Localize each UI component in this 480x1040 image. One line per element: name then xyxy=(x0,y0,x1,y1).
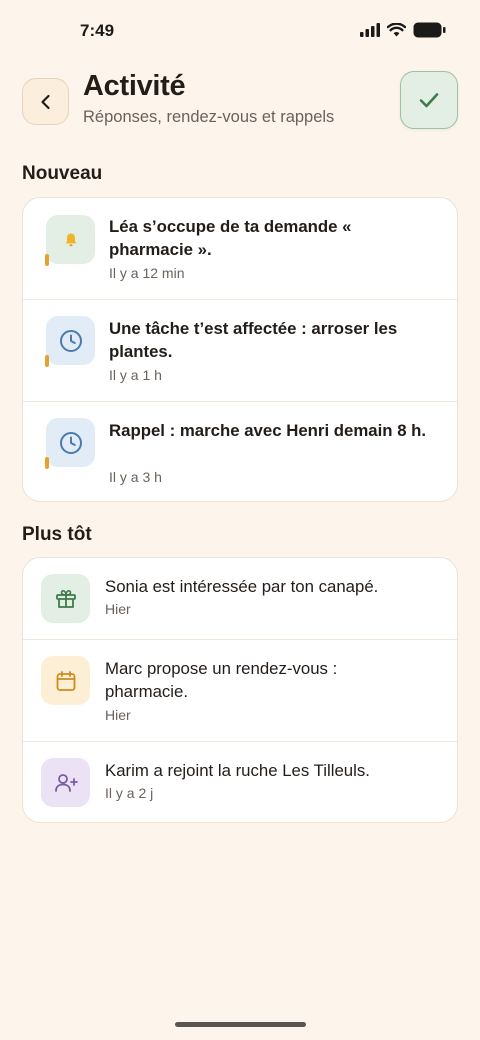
icon-container xyxy=(41,574,90,623)
icon-container xyxy=(46,418,95,467)
icon-container xyxy=(46,316,95,365)
activity-time: Il y a 3 h xyxy=(109,469,162,485)
wifi-icon xyxy=(387,23,406,37)
check-icon xyxy=(419,93,439,108)
activity-text: Sonia est intéressée par ton canapé. xyxy=(105,577,379,596)
activity-time: Il y a 2 j xyxy=(105,785,154,801)
battery-icon xyxy=(413,22,446,38)
back-button[interactable] xyxy=(22,78,69,125)
list-item[interactable]: Sonia est intéressée par ton canapé. Hie… xyxy=(23,558,457,640)
clock-icon xyxy=(59,329,82,352)
list-item[interactable]: Rappel : marche avec Henri demain 8 h. I… xyxy=(23,402,457,501)
activity-text: Rappel : marche avec Henri demain 8 h. xyxy=(109,421,427,440)
home-indicator xyxy=(175,1022,306,1027)
list-item[interactable]: Marc propose un rendez-vous : pharmacie.… xyxy=(23,640,457,742)
status-time: 7:49 xyxy=(80,21,115,40)
gift-icon xyxy=(55,589,76,608)
unread-indicator xyxy=(45,457,49,469)
mark-all-read-button[interactable] xyxy=(400,71,458,129)
icon-container xyxy=(41,656,90,705)
user-plus-icon xyxy=(54,773,78,792)
activity-text: Une tâche t’est affectée : arroser les p… xyxy=(109,319,398,361)
chevron-left-icon xyxy=(40,94,50,109)
bell-icon xyxy=(65,233,76,246)
status-icons xyxy=(360,22,446,38)
unread-indicator xyxy=(45,355,49,367)
activity-time: Hier xyxy=(105,601,131,617)
cellular-signal-icon xyxy=(360,23,380,37)
page-subtitle: Réponses, rendez-vous et rappels xyxy=(83,108,335,126)
clock-icon xyxy=(59,431,82,454)
earlier-activity-card: Sonia est intéressée par ton canapé. Hie… xyxy=(22,557,458,823)
activity-text: Karim a rejoint la ruche Les Tilleuls. xyxy=(105,761,370,780)
calendar-icon xyxy=(56,670,75,691)
activity-text: Marc propose un rendez-vous : pharmacie. xyxy=(105,659,338,701)
page-title: Activité xyxy=(83,70,186,102)
section-title-new: Nouveau xyxy=(22,163,103,184)
activity-time: Hier xyxy=(105,707,131,723)
new-activity-card: Léa s’occupe de ta demande « pharmacie »… xyxy=(22,197,458,502)
list-item[interactable]: Karim a rejoint la ruche Les Tilleuls. I… xyxy=(23,742,457,822)
header: Activité Réponses, rendez-vous et rappel… xyxy=(0,70,480,140)
list-item[interactable]: Léa s’occupe de ta demande « pharmacie »… xyxy=(23,198,457,300)
icon-container xyxy=(41,758,90,807)
section-title-earlier: Plus tôt xyxy=(22,524,92,545)
list-item[interactable]: Une tâche t’est affectée : arroser les p… xyxy=(23,300,457,402)
icon-container xyxy=(46,215,95,264)
activity-text: Léa s’occupe de ta demande « pharmacie »… xyxy=(109,217,352,259)
unread-indicator xyxy=(45,254,49,266)
activity-time: Il y a 1 h xyxy=(109,367,162,383)
status-bar: 7:49 xyxy=(0,0,480,56)
activity-time: Il y a 12 min xyxy=(109,265,185,281)
